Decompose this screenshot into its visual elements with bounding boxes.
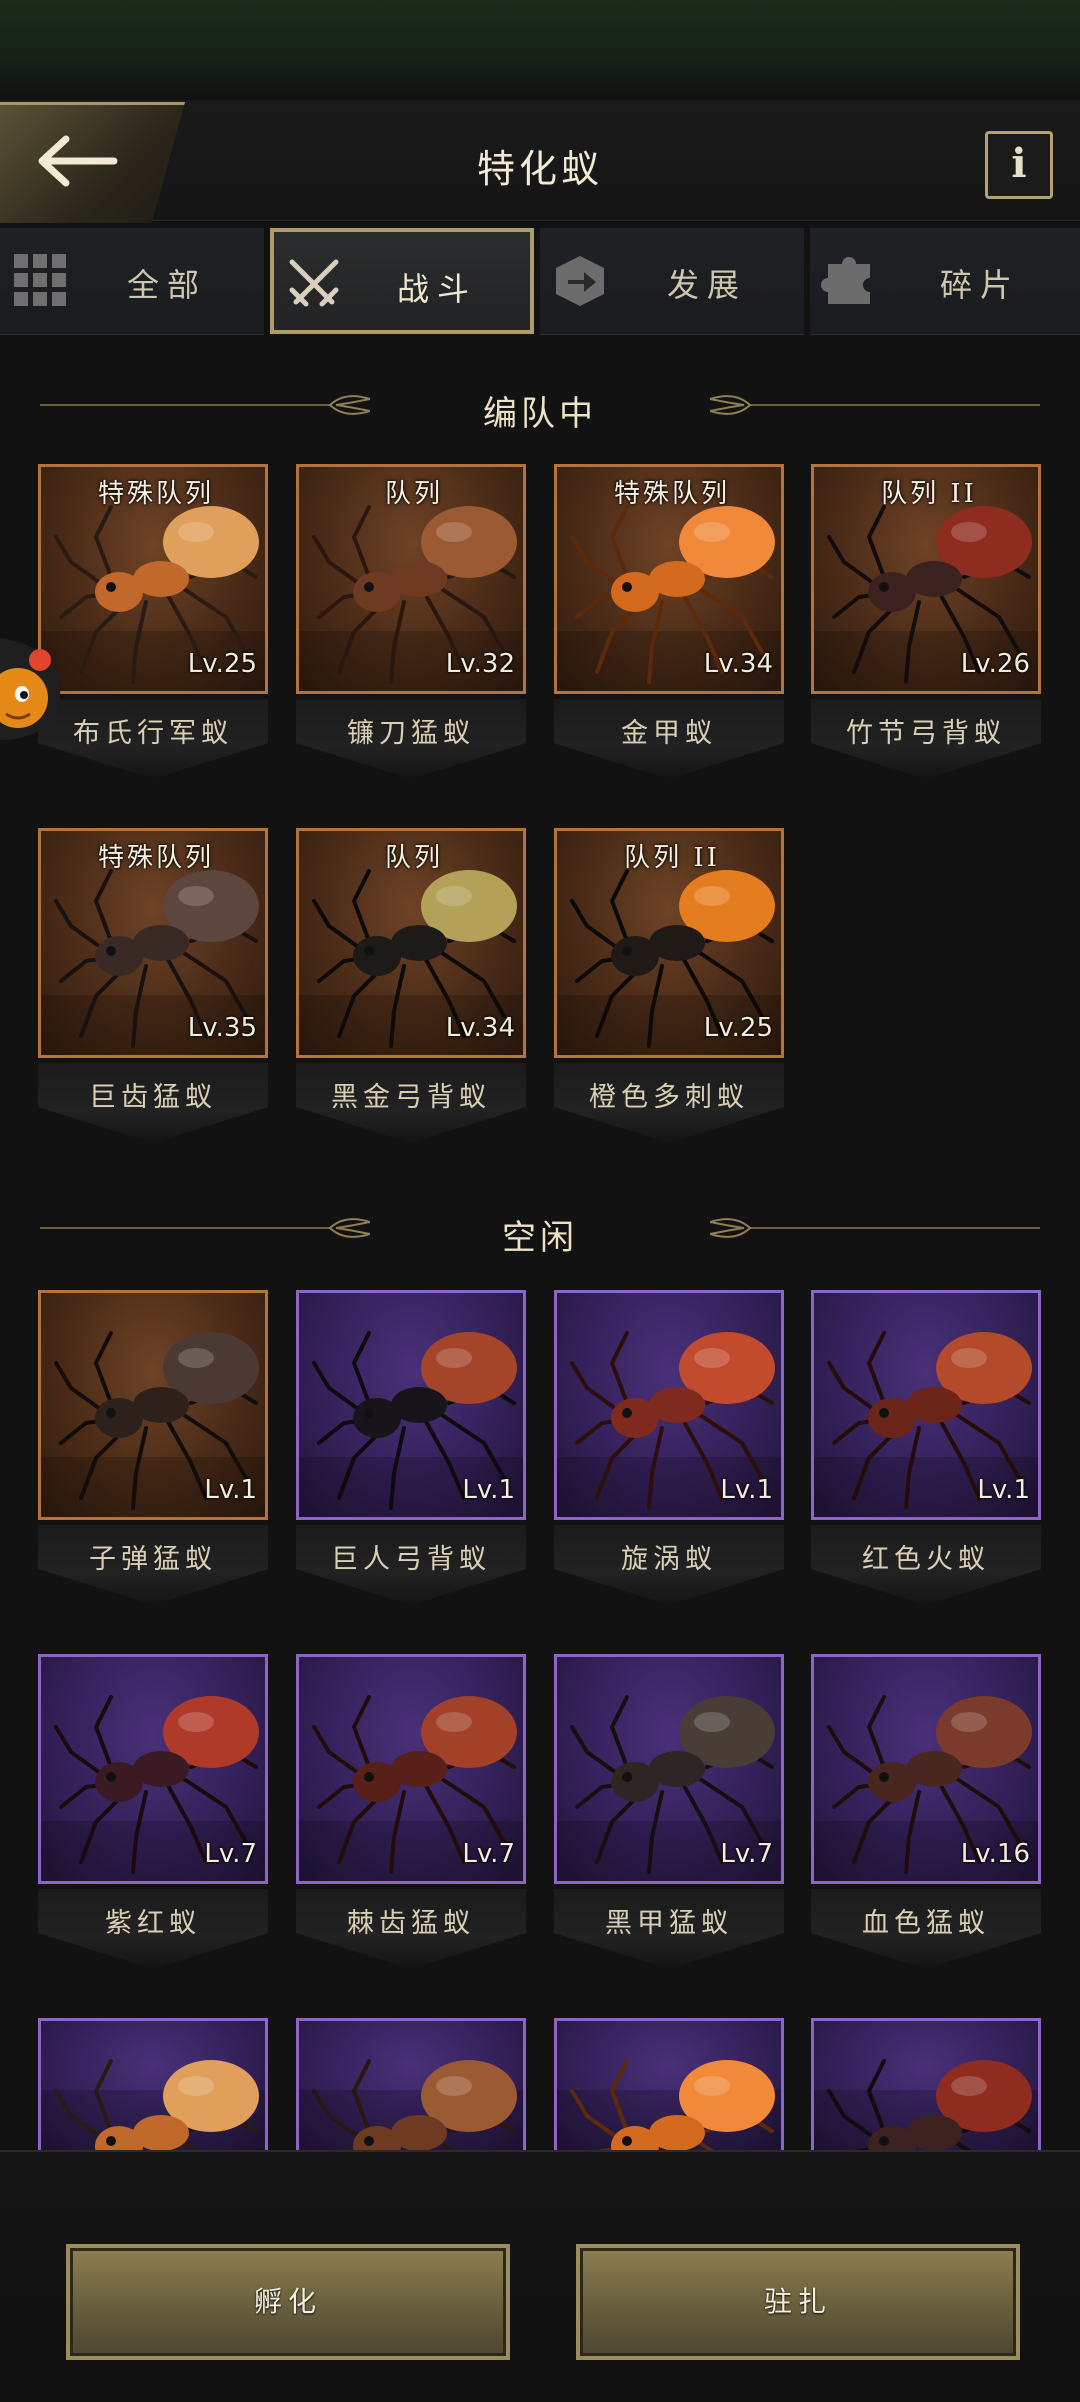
- ant-level: Lv.34: [703, 649, 773, 679]
- queue-badge: 队列: [384, 843, 443, 873]
- queue-badge: 队列 II: [881, 479, 977, 509]
- queue-badge: 特殊队列: [613, 479, 730, 509]
- ant-name: 棘齿猛蚁: [347, 1908, 475, 1939]
- ant-name: 黑甲猛蚁: [605, 1908, 733, 1939]
- tab-fragments[interactable]: 碎片: [810, 228, 1080, 335]
- ant-name: 橙色多刺蚁: [589, 1082, 749, 1113]
- hatch-button[interactable]: 孵化: [66, 2244, 510, 2360]
- assistant-pet-icon[interactable]: [0, 628, 64, 748]
- top-backdrop: [0, 0, 1080, 100]
- info-icon: i: [1011, 140, 1027, 187]
- ant-name: 巨齿猛蚁: [89, 1082, 217, 1113]
- ant-name: 血色猛蚁: [862, 1908, 990, 1939]
- ant-name: 镰刀猛蚁: [347, 718, 475, 749]
- tab-all-label: 全部: [126, 266, 207, 304]
- crossed-swords-icon: [289, 259, 339, 307]
- divider-right-ornament: [710, 395, 1040, 415]
- ant-portrait-frame: Lv.1: [811, 1290, 1041, 1520]
- ant-portrait-frame: 队列 II Lv.26: [811, 464, 1041, 694]
- ant-level: Lv.26: [960, 649, 1030, 679]
- ant-portrait-frame: [554, 2018, 784, 2150]
- ant-portrait-frame: 特殊队列 Lv.35: [38, 828, 268, 1058]
- ant-level: Lv.1: [977, 1475, 1030, 1505]
- ant-portrait-frame: [811, 2018, 1041, 2150]
- ant-portrait-frame: Lv.1: [554, 1290, 784, 1520]
- ant-level: Lv.34: [445, 1013, 515, 1043]
- info-button[interactable]: i: [985, 131, 1053, 199]
- tab-bar: 全部 战斗 发展 碎片: [0, 228, 1080, 336]
- ant-portrait-frame: 特殊队列 Lv.34: [554, 464, 784, 694]
- ant-level: Lv.1: [204, 1475, 257, 1505]
- ant-name: 红色火蚁: [862, 1544, 990, 1575]
- divider-right-ornament: [710, 1218, 1040, 1238]
- ant-portrait-frame: [296, 2018, 526, 2150]
- ant-portrait-frame: 队列 Lv.34: [296, 828, 526, 1058]
- ant-level: Lv.1: [720, 1475, 773, 1505]
- grid-icon: [14, 254, 66, 306]
- ant-illustration: [827, 2059, 1032, 2150]
- ant-level: Lv.32: [445, 649, 515, 679]
- tab-development[interactable]: 发展: [540, 228, 804, 335]
- ant-level: Lv.25: [703, 1013, 773, 1043]
- ant-portrait-frame: 队列 II Lv.25: [554, 828, 784, 1058]
- ant-name: 黑金弓背蚁: [331, 1082, 491, 1113]
- ant-level: Lv.7: [462, 1839, 515, 1869]
- tab-combat-label: 战斗: [396, 270, 477, 308]
- ant-name: 旋涡蚁: [621, 1544, 717, 1575]
- ant-level: Lv.7: [204, 1839, 257, 1869]
- ant-name: 巨人弓背蚁: [331, 1544, 491, 1575]
- ant-portrait-frame: 特殊队列 Lv.25: [38, 464, 268, 694]
- tab-fragments-label: 碎片: [939, 266, 1020, 304]
- ant-name: 子弹猛蚁: [89, 1544, 217, 1575]
- ant-illustration: [570, 2059, 775, 2150]
- station-button[interactable]: 驻扎: [576, 2244, 1020, 2360]
- tab-combat[interactable]: 战斗: [270, 228, 534, 334]
- queue-badge: 队列 II: [624, 843, 720, 873]
- ant-portrait-frame: 队列 Lv.32: [296, 464, 526, 694]
- ant-portrait-frame: Lv.7: [296, 1654, 526, 1884]
- ant-level: Lv.35: [187, 1013, 257, 1043]
- ant-portrait-frame: Lv.7: [38, 1654, 268, 1884]
- arrow-cube-icon: [556, 256, 604, 306]
- ant-level: Lv.7: [720, 1839, 773, 1869]
- queue-badge: 特殊队列: [97, 843, 214, 873]
- ant-illustration: [312, 2059, 517, 2150]
- ant-name: 紫红蚁: [105, 1908, 201, 1939]
- ant-portrait-frame: Lv.7: [554, 1654, 784, 1884]
- ant-name: 布氏行军蚁: [73, 718, 233, 749]
- ant-name: 竹节弓背蚁: [846, 718, 1006, 749]
- ant-portrait-frame: [38, 2018, 268, 2150]
- ant-level: Lv.25: [187, 649, 257, 679]
- ant-portrait-frame: Lv.16: [811, 1654, 1041, 1884]
- page-title: 特化蚁: [476, 147, 603, 191]
- ant-portrait-frame: Lv.1: [38, 1290, 268, 1520]
- ant-level: Lv.1: [462, 1475, 515, 1505]
- ant-name: 金甲蚁: [621, 718, 717, 749]
- queue-badge: 特殊队列: [97, 479, 214, 509]
- tab-all[interactable]: 全部: [0, 228, 264, 335]
- tab-development-label: 发展: [666, 266, 747, 304]
- ant-illustration: [54, 2059, 259, 2150]
- ant-level: Lv.16: [960, 1839, 1030, 1869]
- ant-portrait-frame: Lv.1: [296, 1290, 526, 1520]
- puzzle-icon: [821, 257, 870, 304]
- queue-badge: 队列: [384, 479, 443, 509]
